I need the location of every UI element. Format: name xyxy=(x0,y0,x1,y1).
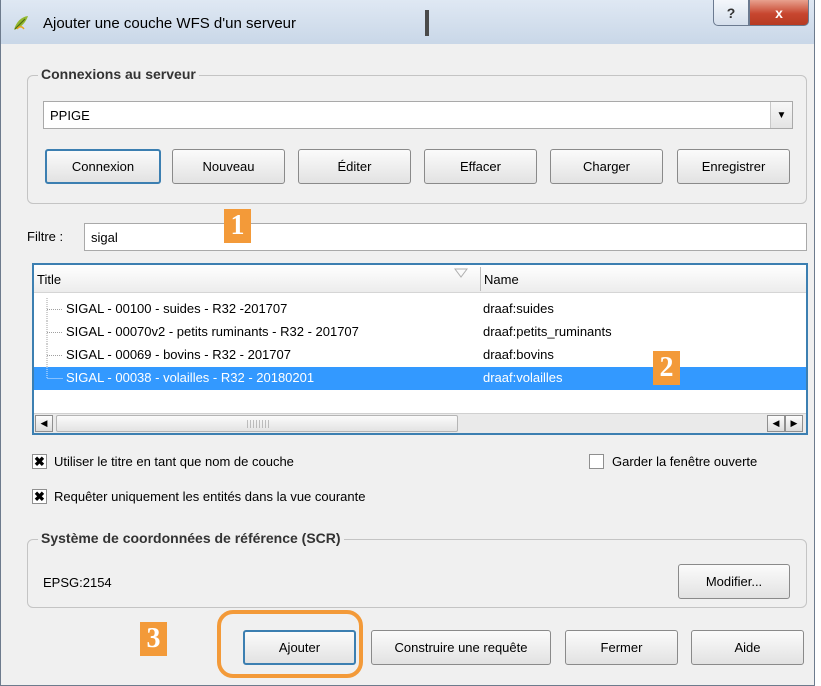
tree-branch-icon xyxy=(46,321,63,344)
close-button[interactable]: Fermer xyxy=(565,630,678,665)
column-header-title[interactable]: Title xyxy=(34,265,480,293)
load-connections-label: Charger xyxy=(583,159,630,174)
layer-row-4[interactable]: SIGAL - 00038 - volailles - R32 - 201802… xyxy=(34,367,806,390)
modify-crs-button[interactable]: Modifier... xyxy=(678,564,790,599)
column-header-name[interactable]: Name xyxy=(481,265,806,293)
wfs-dialog: Ajouter une couche WFS d'un serveur ? x … xyxy=(0,0,815,686)
filter-input[interactable]: sigal xyxy=(84,223,807,251)
layer-title: SIGAL - 00038 - volailles - R32 - 201802… xyxy=(66,370,315,385)
filter-label: Filtre : xyxy=(27,229,64,244)
horizontal-scrollbar[interactable]: ◀ ◀ ▶ xyxy=(34,413,806,433)
keep-open-checkbox[interactable] xyxy=(589,454,604,469)
layer-title: SIGAL - 00069 - bovins - R32 - 201707 xyxy=(66,347,291,362)
tree-branch-icon xyxy=(46,344,63,367)
help-button[interactable]: Aide xyxy=(691,630,804,665)
chevron-down-icon[interactable]: ▼ xyxy=(770,102,792,128)
scroll-right-icon[interactable]: ▶ xyxy=(785,415,803,432)
help-icon: ? xyxy=(726,4,736,21)
layer-name: draaf:bovins xyxy=(483,347,554,362)
close-icon: x xyxy=(775,4,783,21)
new-connection-label: Nouveau xyxy=(202,159,255,174)
layers-tree[interactable]: Title Name SIGAL - 00100 - suides - R32 … xyxy=(32,263,808,435)
current-view-checkbox[interactable]: ✖ xyxy=(32,489,47,504)
edit-connection-label: Éditer xyxy=(337,159,372,174)
build-query-button[interactable]: Construire une requête xyxy=(371,630,551,665)
crs-value: EPSG:2154 xyxy=(43,575,112,590)
scrollbar-thumb[interactable] xyxy=(56,415,458,432)
scroll-left-icon[interactable]: ◀ xyxy=(35,415,53,432)
load-connections-button[interactable]: Charger xyxy=(550,149,663,184)
step-marker-1: 1 xyxy=(224,209,251,243)
layer-title: SIGAL - 00100 - suides - R32 -201707 xyxy=(66,301,288,316)
connect-button[interactable]: Connexion xyxy=(45,149,161,184)
help-button-label: Aide xyxy=(734,640,761,655)
add-button[interactable]: Ajouter xyxy=(243,630,356,665)
save-connections-label: Enregistrer xyxy=(701,159,766,174)
connections-group: Connexions au serveur xyxy=(27,66,807,204)
build-query-label: Construire une requête xyxy=(394,640,528,655)
tree-branch-icon xyxy=(46,367,63,379)
close-button-label: Fermer xyxy=(600,640,643,655)
layer-title: SIGAL - 00070v2 - petits ruminants - R32… xyxy=(66,324,359,339)
delete-connection-label: Effacer xyxy=(460,159,501,174)
scrollbar-grip-icon xyxy=(247,420,271,428)
filter-input-value: sigal xyxy=(91,230,118,245)
crs-group-title: Système de coordonnées de référence (SCR… xyxy=(38,530,344,546)
qgis-leaf-icon xyxy=(14,16,28,30)
layer-name: draaf:volailles xyxy=(483,370,563,385)
layer-name: draaf:suides xyxy=(483,301,554,316)
use-title-checkbox[interactable]: ✖ xyxy=(32,454,47,469)
connection-select[interactable]: PPIGE ▼ xyxy=(43,101,793,129)
help-title-button[interactable]: ? xyxy=(713,0,749,26)
connections-group-title: Connexions au serveur xyxy=(38,66,199,82)
edit-connection-button[interactable]: Éditer xyxy=(298,149,411,184)
current-view-label: Requêter uniquement les entités dans la … xyxy=(54,489,366,504)
modify-crs-label: Modifier... xyxy=(705,574,763,589)
layer-row-2[interactable]: SIGAL - 00070v2 - petits ruminants - R32… xyxy=(34,321,806,344)
save-connections-button[interactable]: Enregistrer xyxy=(677,149,790,184)
step-marker-2: 2 xyxy=(653,351,680,385)
title-bar[interactable]: Ajouter une couche WFS d'un serveur ? x xyxy=(1,0,814,44)
layer-row-1[interactable]: SIGAL - 00100 - suides - R32 -201707 dra… xyxy=(34,298,806,321)
scroll-left-end-icon[interactable]: ◀ xyxy=(767,415,785,432)
title-divider xyxy=(425,10,429,36)
keep-open-label: Garder la fenêtre ouverte xyxy=(612,454,758,469)
tree-header: Title Name xyxy=(34,265,806,293)
layer-name: draaf:petits_ruminants xyxy=(483,324,612,339)
sort-indicator-icon xyxy=(454,268,468,278)
new-connection-button[interactable]: Nouveau xyxy=(172,149,285,184)
connect-button-label: Connexion xyxy=(71,159,135,174)
layer-row-3[interactable]: SIGAL - 00069 - bovins - R32 - 201707 dr… xyxy=(34,344,806,367)
add-button-label: Ajouter xyxy=(278,640,321,655)
close-title-button[interactable]: x xyxy=(749,0,809,26)
step-marker-3: 3 xyxy=(140,622,167,656)
delete-connection-button[interactable]: Effacer xyxy=(424,149,537,184)
window-title: Ajouter une couche WFS d'un serveur xyxy=(43,15,296,32)
tree-branch-icon xyxy=(46,298,63,321)
connection-select-value: PPIGE xyxy=(50,108,90,123)
use-title-label: Utiliser le titre en tant que nom de cou… xyxy=(54,454,294,469)
